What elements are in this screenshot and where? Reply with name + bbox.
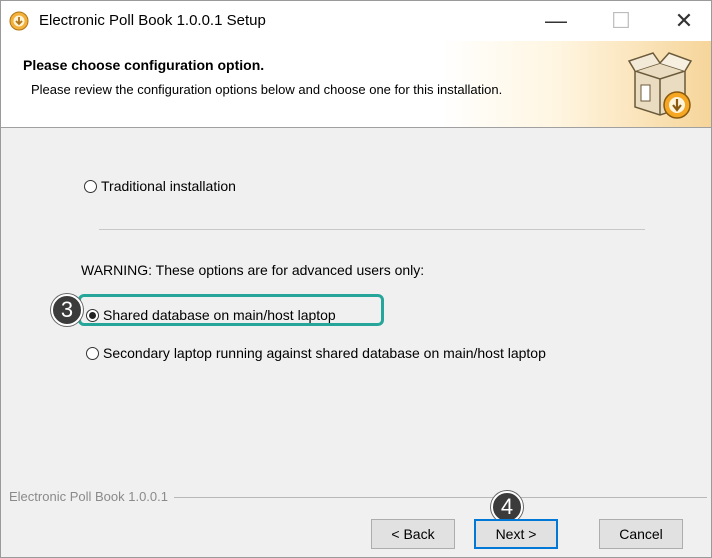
installer-app-icon [9, 11, 29, 31]
option-secondary[interactable]: Secondary laptop running against shared … [86, 345, 546, 361]
minimize-button[interactable]: — [533, 1, 579, 41]
setup-window: Electronic Poll Book 1.0.0.1 Setup — ☐ ✕… [0, 0, 712, 558]
step-3-badge: 3 [51, 294, 83, 326]
advanced-warning: WARNING: These options are for advanced … [81, 262, 425, 278]
option-shared[interactable]: Shared database on main/host laptop [86, 307, 336, 323]
footer-brand: Electronic Poll Book 1.0.0.1 [9, 489, 174, 504]
radio-secondary[interactable] [86, 346, 99, 360]
installer-box-icon [627, 52, 693, 119]
close-button[interactable]: ✕ [661, 1, 707, 41]
separator [99, 229, 645, 230]
title-bar: Electronic Poll Book 1.0.0.1 Setup — ☐ ✕ [1, 1, 711, 41]
radio-shared[interactable] [86, 308, 99, 322]
radio-traditional[interactable] [84, 179, 97, 193]
window-title: Electronic Poll Book 1.0.0.1 Setup [39, 12, 266, 29]
page-subtitle: Please review the configuration options … [31, 82, 503, 97]
next-button[interactable]: Next > [474, 519, 558, 549]
wizard-header: Please choose configuration option. Plea… [1, 41, 711, 128]
option-shared-label: Shared database on main/host laptop [103, 307, 336, 323]
cancel-button[interactable]: Cancel [599, 519, 683, 549]
option-secondary-label: Secondary laptop running against shared … [103, 345, 546, 361]
page-title: Please choose configuration option. [23, 57, 265, 73]
maximize-button[interactable]: ☐ [598, 1, 644, 41]
back-button[interactable]: < Back [371, 519, 455, 549]
option-traditional-label: Traditional installation [101, 178, 236, 194]
option-traditional[interactable]: Traditional installation [84, 178, 236, 194]
